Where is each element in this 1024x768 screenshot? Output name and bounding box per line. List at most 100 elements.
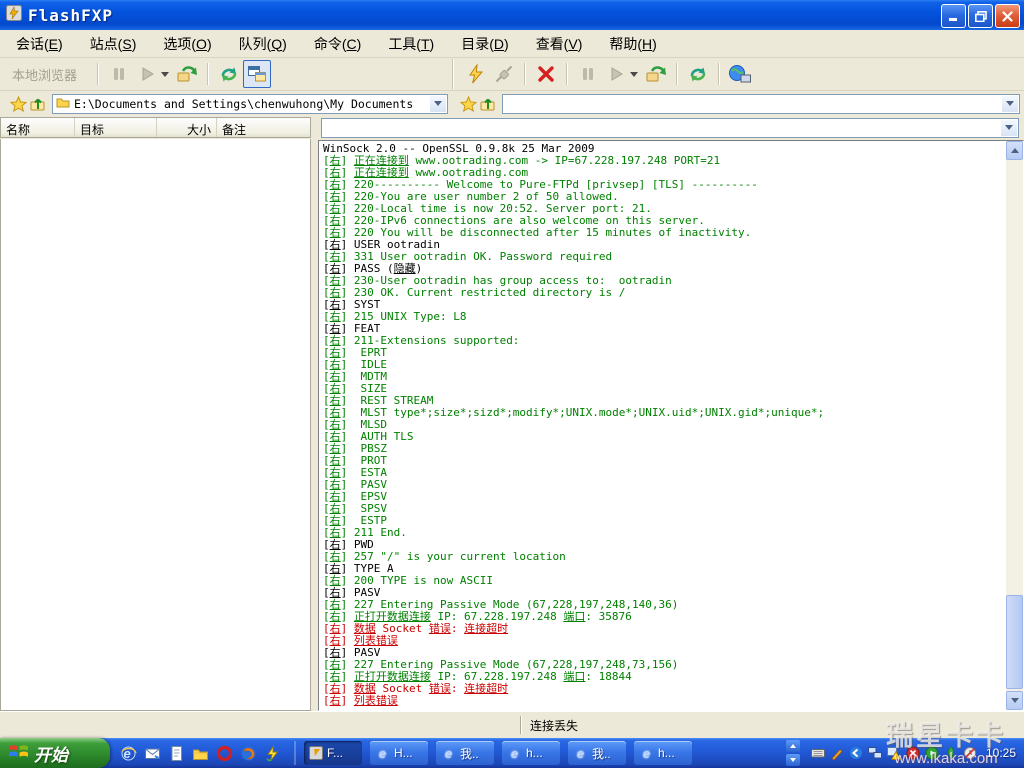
remote-command-dropdown-icon[interactable] <box>1001 120 1017 136</box>
log-line: [右] EPSV <box>323 491 1006 503</box>
chevron-down-icon[interactable] <box>786 754 800 766</box>
column-header-1[interactable]: 目标 <box>75 118 157 137</box>
network-icon[interactable] <box>868 746 882 760</box>
update-warning-icon[interactable] <box>887 746 901 760</box>
scroll-thumb[interactable] <box>1006 595 1023 689</box>
taskbar-task-1[interactable]: H... <box>370 741 428 765</box>
ie-icon[interactable]: e <box>120 745 137 762</box>
log-scrollbar[interactable] <box>1006 141 1023 710</box>
remote-up-folder-icon[interactable] <box>478 95 498 113</box>
ie-icon <box>639 746 654 761</box>
toolbar-separator <box>207 63 209 85</box>
ie-icon <box>573 746 588 761</box>
menu-item-0[interactable]: 会话(E) <box>4 31 75 57</box>
log-line: [右] 331 User ootradin OK. Password requi… <box>323 251 1006 263</box>
ie-icon <box>441 746 456 761</box>
column-header-2[interactable]: 大小 <box>157 118 217 137</box>
folder-icon <box>56 95 70 113</box>
close-button[interactable] <box>995 4 1020 28</box>
taskbar-task-3[interactable]: h... <box>502 741 560 765</box>
remote-path-combo[interactable] <box>502 94 1020 114</box>
remote-command-combo[interactable] <box>321 118 1019 138</box>
taskbar-tasks: F... H... 我.. h... 我.. h... <box>300 741 692 765</box>
menu-item-5[interactable]: 工具(T) <box>376 31 446 57</box>
pause-queue-button[interactable] <box>105 60 133 88</box>
start-queue-button[interactable] <box>133 60 161 88</box>
winamp-icon[interactable] <box>264 745 281 762</box>
browser-view-button[interactable] <box>243 60 271 88</box>
restore-button[interactable] <box>968 4 993 28</box>
task-label: h... <box>526 746 543 760</box>
refresh-remote-button[interactable] <box>684 60 712 88</box>
log-area[interactable]: WinSock 2.0 -- OpenSSL 0.9.8k 25 Mar 200… <box>319 141 1006 710</box>
folder-icon[interactable] <box>192 745 209 762</box>
scroll-track[interactable] <box>1006 160 1023 691</box>
start-remote-button[interactable] <box>602 60 630 88</box>
menu-item-7[interactable]: 查看(V) <box>524 31 595 57</box>
media-play-icon[interactable] <box>925 746 939 760</box>
remote-site-button[interactable] <box>726 60 754 88</box>
remote-address-bar <box>452 94 1024 114</box>
task-label: F... <box>327 746 343 760</box>
mail-icon[interactable] <box>144 745 161 762</box>
second-row: 名称目标大小备注 <box>0 116 1024 139</box>
scheduler-disabled-icon[interactable] <box>963 746 977 760</box>
chevron-up-icon[interactable] <box>786 740 800 752</box>
remote-favorites-star-icon[interactable] <box>458 95 478 113</box>
scroll-down-icon[interactable] <box>1006 691 1023 710</box>
remote-path-dropdown-icon[interactable] <box>1002 96 1018 112</box>
menu-item-4[interactable]: 命令(C) <box>302 31 373 57</box>
taskbar-task-4[interactable]: 我.. <box>568 741 626 765</box>
abort-button[interactable] <box>532 60 560 88</box>
tray-clock[interactable]: 10:25 <box>986 746 1016 760</box>
local-favorites-star-icon[interactable] <box>8 95 28 113</box>
disconnect-button[interactable] <box>490 60 518 88</box>
local-up-folder-icon[interactable] <box>28 95 48 113</box>
keyboard-layout-icon[interactable] <box>811 746 825 760</box>
local-path-dropdown-icon[interactable] <box>430 96 446 112</box>
remote-options-caret-icon[interactable] <box>630 72 638 77</box>
taskbar-task-2[interactable]: 我.. <box>436 741 494 765</box>
status-message: 连接丢失 <box>522 717 578 734</box>
opera-icon[interactable] <box>216 745 233 762</box>
task-label: 我.. <box>592 745 611 762</box>
scroll-up-icon[interactable] <box>1006 141 1023 160</box>
local-path-combo[interactable]: E:\Documents and Settings\chenwuhong\My … <box>52 94 448 114</box>
menu-item-8[interactable]: 帮助(H) <box>597 31 668 57</box>
log-line: [右] PASV <box>323 479 1006 491</box>
app-icon <box>6 5 22 26</box>
rising-agent-icon[interactable] <box>944 746 958 760</box>
toolbar-separator <box>97 63 99 85</box>
taskbar-task-0[interactable]: F... <box>304 741 362 765</box>
minimize-button[interactable] <box>941 4 966 28</box>
messenger-icon[interactable] <box>849 746 863 760</box>
menu-item-2[interactable]: 选项(O) <box>151 31 223 57</box>
pane-splitter[interactable] <box>311 139 318 711</box>
transfer-remote-button[interactable] <box>642 60 670 88</box>
menu-item-3[interactable]: 队列(Q) <box>227 31 299 57</box>
main-panes: WinSock 2.0 -- OpenSSL 0.9.8k 25 Mar 200… <box>0 139 1024 711</box>
windows-logo-icon <box>8 741 29 765</box>
refresh-local-button[interactable] <box>215 60 243 88</box>
system-tray: 10:25 <box>786 740 1024 766</box>
ie-icon <box>375 746 390 761</box>
column-header-0[interactable]: 名称 <box>1 118 75 137</box>
taskbar-task-5[interactable]: h... <box>634 741 692 765</box>
start-button[interactable]: 开始 <box>0 738 110 768</box>
log-line: [右] ESTP <box>323 515 1006 527</box>
notepad-icon[interactable] <box>168 745 185 762</box>
menu-item-1[interactable]: 站点(S) <box>78 31 149 57</box>
log-panel: WinSock 2.0 -- OpenSSL 0.9.8k 25 Mar 200… <box>318 140 1024 711</box>
menu-item-6[interactable]: 目录(D) <box>449 31 520 57</box>
firefox-icon[interactable] <box>240 745 257 762</box>
queue-options-caret-icon[interactable] <box>161 72 169 77</box>
pause-remote-button[interactable] <box>574 60 602 88</box>
antivirus-shield-icon[interactable] <box>906 746 920 760</box>
connect-button[interactable] <box>462 60 490 88</box>
log-line: [右] MDTM <box>323 371 1006 383</box>
local-file-list[interactable] <box>0 139 311 711</box>
transfer-button[interactable] <box>173 60 201 88</box>
pen-input-icon[interactable] <box>830 746 844 760</box>
column-header-3[interactable]: 备注 <box>217 118 310 137</box>
address-row: E:\Documents and Settings\chenwuhong\My … <box>0 91 1024 116</box>
